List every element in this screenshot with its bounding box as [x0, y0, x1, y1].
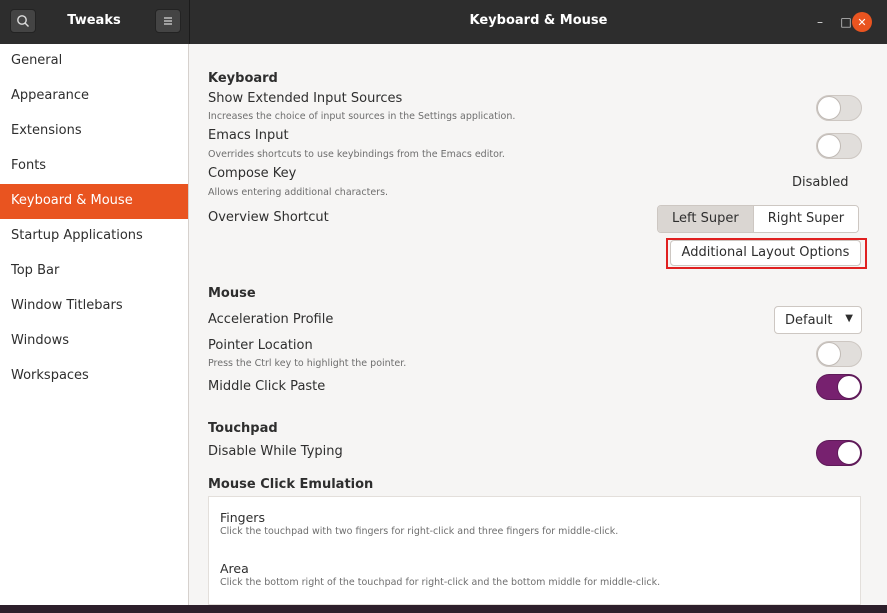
- search-icon: [17, 15, 29, 27]
- overview-shortcut-selector: Left Super Right Super: [657, 205, 860, 233]
- switch-knob: [837, 441, 861, 465]
- sidebar-item-window-titlebars[interactable]: Window Titlebars: [0, 289, 188, 324]
- pointer-location-switch[interactable]: [816, 341, 862, 367]
- switch-knob: [817, 134, 841, 158]
- right-super-button[interactable]: Right Super: [753, 206, 859, 232]
- click-emulation-area-title[interactable]: Area: [220, 561, 249, 576]
- keyboard-section-title: Keyboard: [208, 71, 278, 86]
- search-button[interactable]: [10, 9, 36, 33]
- middle-click-paste-label: Middle Click Paste: [208, 379, 326, 394]
- pointer-location-label: Pointer Location: [208, 338, 313, 353]
- header-bar: Tweaks Keyboard & Mouse – □ ✕: [0, 0, 887, 44]
- extended-input-sources-switch[interactable]: [816, 95, 862, 121]
- compose-key-label: Compose Key: [208, 166, 297, 181]
- extended-input-sources-desc: Increases the choice of input sources in…: [208, 111, 516, 122]
- emacs-input-switch[interactable]: [816, 133, 862, 159]
- sidebar-item-top-bar[interactable]: Top Bar: [0, 254, 188, 289]
- sidebar-item-appearance[interactable]: Appearance: [0, 79, 188, 114]
- click-emulation-list: Fingers Click the touchpad with two fing…: [208, 496, 861, 605]
- menu-button[interactable]: [155, 9, 181, 33]
- acceleration-profile-dropdown[interactable]: Default ▼: [774, 306, 862, 334]
- click-emulation-fingers-desc: Click the touchpad with two fingers for …: [220, 526, 619, 537]
- sidebar-item-windows[interactable]: Windows: [0, 324, 188, 359]
- sidebar-item-keyboard-mouse[interactable]: Keyboard & Mouse: [0, 184, 188, 219]
- click-emulation-section-title: Mouse Click Emulation: [208, 477, 374, 492]
- acceleration-profile-label: Acceleration Profile: [208, 312, 334, 327]
- switch-knob: [817, 342, 841, 366]
- pointer-location-desc: Press the Ctrl key to highlight the poin…: [208, 358, 407, 369]
- compose-key-desc: Allows entering additional characters.: [208, 187, 389, 198]
- mouse-section-title: Mouse: [208, 286, 256, 301]
- sidebar-item-workspaces[interactable]: Workspaces: [0, 359, 188, 394]
- middle-click-paste-switch[interactable]: [816, 374, 862, 400]
- overview-shortcut-label: Overview Shortcut: [208, 210, 329, 225]
- additional-layout-options-button[interactable]: Additional Layout Options: [670, 240, 861, 266]
- hamburger-menu-icon: [164, 17, 172, 25]
- sidebar-item-general[interactable]: General: [0, 44, 188, 79]
- minimize-button[interactable]: –: [810, 12, 830, 32]
- emacs-input-label: Emacs Input: [208, 128, 289, 143]
- compose-key-value[interactable]: Disabled: [792, 175, 848, 190]
- app-title: Tweaks: [67, 13, 121, 28]
- switch-knob: [837, 375, 861, 399]
- sidebar-item-fonts[interactable]: Fonts: [0, 149, 188, 184]
- touchpad-section-title: Touchpad: [208, 421, 278, 436]
- click-emulation-fingers-title[interactable]: Fingers: [220, 510, 265, 525]
- emacs-input-desc: Overrides shortcuts to use keybindings f…: [208, 149, 505, 160]
- close-button[interactable]: ✕: [852, 12, 872, 32]
- sidebar: General Appearance Extensions Fonts Keyb…: [0, 44, 189, 605]
- page-title: Keyboard & Mouse: [469, 13, 608, 28]
- extended-input-sources-label: Show Extended Input Sources: [208, 91, 403, 106]
- disable-while-typing-switch[interactable]: [816, 440, 862, 466]
- sidebar-header: Tweaks: [0, 0, 190, 44]
- chevron-down-icon: ▼: [845, 313, 853, 324]
- switch-knob: [817, 96, 841, 120]
- acceleration-profile-value: Default: [785, 312, 833, 328]
- sidebar-item-extensions[interactable]: Extensions: [0, 114, 188, 149]
- left-super-button[interactable]: Left Super: [658, 206, 754, 232]
- desktop-bottom-edge: [0, 605, 887, 613]
- main-panel: Keyboard Show Extended Input Sources Inc…: [190, 44, 887, 605]
- sidebar-item-startup-applications[interactable]: Startup Applications: [0, 219, 188, 254]
- disable-while-typing-label: Disable While Typing: [208, 444, 343, 459]
- click-emulation-area-desc: Click the bottom right of the touchpad f…: [220, 577, 661, 588]
